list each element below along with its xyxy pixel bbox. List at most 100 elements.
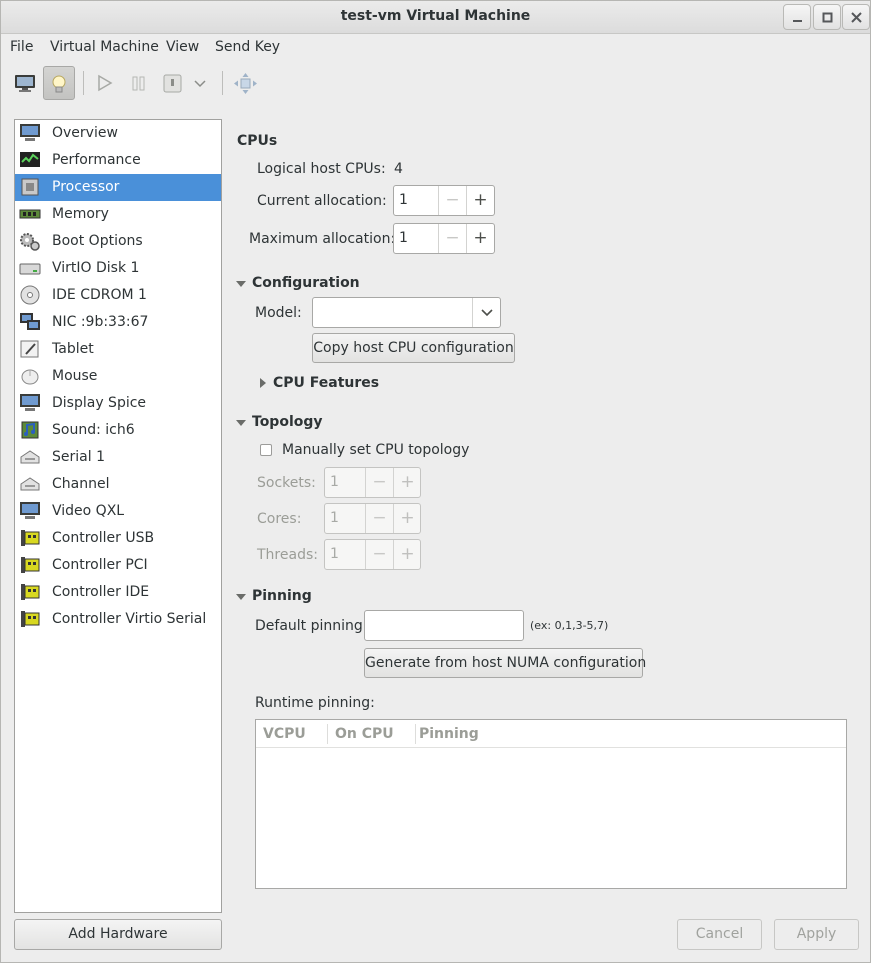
sidebar-item-overview[interactable]: Overview: [15, 120, 221, 147]
runtime-pinning-table[interactable]: VCPU On CPU Pinning: [255, 719, 847, 889]
column-header-vcpu[interactable]: VCPU: [263, 726, 306, 742]
cdrom-icon: [20, 285, 40, 305]
default-pinning-input[interactable]: [364, 610, 524, 641]
configuration-section-title[interactable]: Configuration: [252, 275, 360, 291]
close-icon: [851, 12, 862, 23]
combo-dropdown-button[interactable]: [472, 298, 500, 327]
sidebar-item-serial-1[interactable]: Serial 1: [15, 444, 221, 471]
increment-button[interactable]: +: [466, 224, 494, 253]
column-header-on-cpu[interactable]: On CPU: [335, 726, 394, 742]
controller-card-icon: [21, 611, 40, 627]
toolbar-separator: [83, 71, 84, 95]
decrement-button[interactable]: −: [438, 224, 466, 253]
sidebar-item-label: Memory: [52, 206, 109, 222]
sound-card-icon: [21, 421, 39, 439]
channel-icon: [20, 477, 40, 491]
cpu-features-expander[interactable]: CPU Features: [273, 375, 379, 391]
sidebar-item-label: Controller USB: [52, 530, 155, 546]
sidebar-item-controller-pci[interactable]: Controller PCI: [15, 552, 221, 579]
sidebar-item-channel[interactable]: Channel: [15, 471, 221, 498]
topology-section-title[interactable]: Topology: [252, 414, 323, 430]
gears-icon: [20, 233, 40, 251]
pinning-section-title[interactable]: Pinning: [252, 588, 312, 604]
sidebar-item-performance[interactable]: Performance: [15, 147, 221, 174]
menu-bar: File Virtual Machine View Send Key: [1, 34, 870, 60]
controller-card-icon: [21, 530, 40, 546]
decrement-button[interactable]: −: [365, 540, 393, 569]
increment-button[interactable]: +: [466, 186, 494, 215]
menu-send-key[interactable]: Send Key: [215, 39, 280, 55]
shutdown-button[interactable]: [157, 66, 189, 100]
menu-file[interactable]: File: [10, 39, 33, 55]
shutdown-menu-button[interactable]: [189, 66, 213, 100]
performance-graph-icon: [20, 152, 40, 167]
decrement-button[interactable]: −: [438, 186, 466, 215]
sidebar-item-video-qxl[interactable]: Video QXL: [15, 498, 221, 525]
title-bar[interactable]: test-vm Virtual Machine: [1, 1, 870, 34]
threads-spinner[interactable]: 1 − +: [324, 539, 421, 570]
pause-button[interactable]: [123, 66, 155, 100]
maximize-button[interactable]: [813, 4, 841, 30]
sockets-spinner[interactable]: 1 − +: [324, 467, 421, 498]
monitor-icon: [15, 75, 35, 92]
decrement-button[interactable]: −: [365, 504, 393, 533]
sidebar-item-nic[interactable]: NIC :9b:33:67: [15, 309, 221, 336]
decrement-button[interactable]: −: [365, 468, 393, 497]
sidebar-item-display-spice[interactable]: Display Spice: [15, 390, 221, 417]
close-button[interactable]: [842, 4, 870, 30]
fullscreen-button[interactable]: [229, 66, 261, 100]
expander-arrow-icon[interactable]: [236, 420, 246, 426]
memory-module-icon: [19, 209, 41, 219]
sidebar-item-controller-ide[interactable]: Controller IDE: [15, 579, 221, 606]
column-separator: [327, 724, 328, 744]
sidebar-item-controller-usb[interactable]: Controller USB: [15, 525, 221, 552]
current-allocation-label: Current allocation:: [257, 193, 387, 209]
column-header-pinning[interactable]: Pinning: [419, 726, 479, 742]
sidebar-item-boot-options[interactable]: Boot Options: [15, 228, 221, 255]
add-hardware-button[interactable]: Add Hardware: [14, 919, 222, 950]
expander-arrow-icon[interactable]: [260, 378, 266, 388]
sidebar-item-tablet[interactable]: Tablet: [15, 336, 221, 363]
current-allocation-spinner[interactable]: 1 − +: [393, 185, 495, 216]
sidebar-item-label: Sound: ich6: [52, 422, 135, 438]
menu-view[interactable]: View: [166, 39, 199, 55]
increment-button[interactable]: +: [393, 468, 421, 497]
copy-host-cpu-button[interactable]: Copy host CPU configuration: [312, 333, 515, 363]
sidebar-item-label: Display Spice: [52, 395, 147, 411]
sidebar-item-mouse[interactable]: Mouse: [15, 363, 221, 390]
generate-numa-button[interactable]: Generate from host NUMA configuration: [364, 648, 646, 678]
sidebar-item-controller-virtio-serial[interactable]: Controller Virtio Serial: [15, 606, 221, 633]
toolbar: [1, 63, 870, 103]
apply-button[interactable]: Apply: [774, 919, 859, 950]
cpu-chip-icon: [21, 178, 39, 196]
run-button[interactable]: [89, 66, 121, 100]
maximum-allocation-spinner[interactable]: 1 − +: [393, 223, 495, 254]
sidebar-item-virtio-disk-1[interactable]: VirtIO Disk 1: [15, 255, 221, 282]
vm-details-window: test-vm Virtual Machine File Virtual Mac…: [0, 0, 871, 963]
sidebar-item-label: NIC :9b:33:67: [52, 314, 149, 330]
sidebar-item-memory[interactable]: Memory: [15, 201, 221, 228]
minimize-icon: [793, 20, 802, 22]
cores-spinner[interactable]: 1 − +: [324, 503, 421, 534]
sidebar-item-sound[interactable]: Sound: ich6: [15, 417, 221, 444]
sidebar-item-ide-cdrom-1[interactable]: IDE CDROM 1: [15, 282, 221, 309]
cancel-button[interactable]: Cancel: [677, 919, 762, 950]
model-combo[interactable]: [312, 297, 501, 328]
current-allocation-value: 1: [399, 192, 408, 208]
minimize-button[interactable]: [783, 4, 811, 30]
details-button[interactable]: [43, 66, 75, 100]
threads-value: 1: [330, 546, 339, 562]
increment-button[interactable]: +: [393, 540, 421, 569]
sidebar-item-label: Channel: [52, 476, 110, 492]
manual-topology-label[interactable]: Manually set CPU topology: [282, 442, 469, 458]
expander-arrow-icon[interactable]: [236, 594, 246, 600]
expander-arrow-icon[interactable]: [236, 281, 246, 287]
sidebar-item-label: Tablet: [52, 341, 94, 357]
manual-topology-checkbox[interactable]: [260, 444, 272, 456]
maximize-icon: [822, 12, 833, 23]
console-button[interactable]: [9, 66, 41, 100]
pinning-example-hint: (ex: 0,1,3-5,7): [530, 619, 609, 632]
menu-virtual-machine[interactable]: Virtual Machine: [50, 39, 159, 55]
sidebar-item-processor[interactable]: Processor: [15, 174, 221, 201]
increment-button[interactable]: +: [393, 504, 421, 533]
